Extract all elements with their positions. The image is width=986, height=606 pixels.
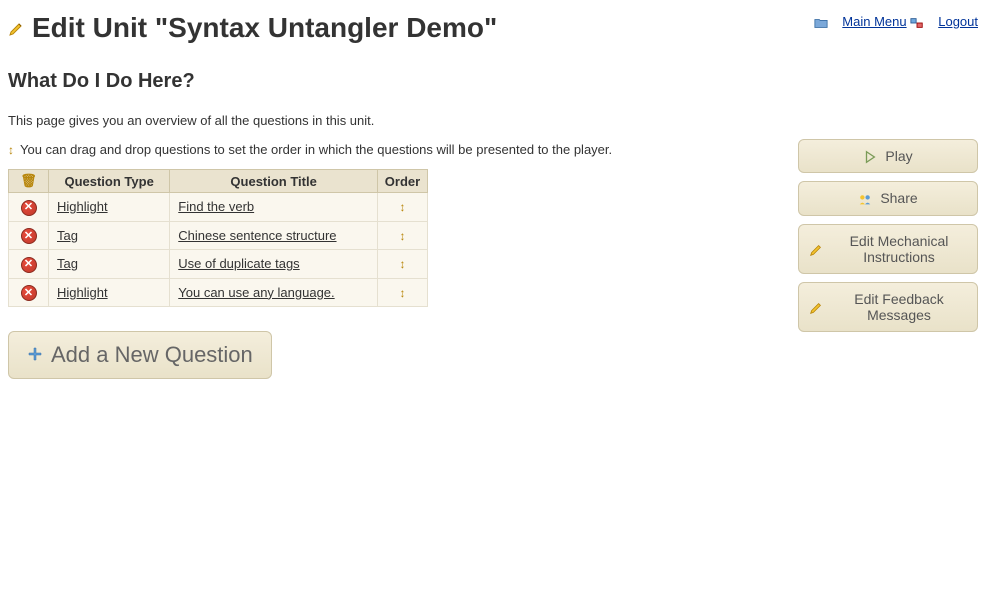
title-cell: You can use any language. [170, 278, 378, 307]
drag-handle-icon: ↕ [400, 200, 406, 214]
col-delete: 🗑 [9, 170, 49, 193]
plus-icon [27, 342, 43, 368]
title-cell: Find the verb [170, 193, 378, 222]
add-question-label: Add a New Question [51, 342, 253, 368]
play-icon [863, 148, 877, 164]
drag-handle-icon: ↕ [400, 286, 406, 300]
title-link[interactable]: You can use any language. [178, 285, 334, 300]
table-row: ✕ Tag Chinese sentence structure ↕ [9, 221, 428, 250]
drag-handle-icon: ↕ [400, 257, 406, 271]
pencil-icon [8, 12, 24, 44]
delete-cell[interactable]: ✕ [9, 193, 49, 222]
drag-info: ↕ You can drag and drop questions to set… [8, 142, 778, 157]
delete-cell[interactable]: ✕ [9, 221, 49, 250]
type-cell: Highlight [49, 193, 170, 222]
title-link[interactable]: Find the verb [178, 199, 254, 214]
pencil-icon [809, 298, 823, 314]
type-link[interactable]: Highlight [57, 199, 108, 214]
logout-link[interactable]: Logout [938, 14, 978, 29]
pencil-icon [809, 240, 823, 256]
table-row: ✕ Highlight Find the verb ↕ [9, 193, 428, 222]
delete-icon: ✕ [21, 228, 37, 244]
page-title: Edit Unit "Syntax Untangler Demo" [8, 12, 497, 44]
delete-cell[interactable]: ✕ [9, 278, 49, 307]
folder-icon [814, 14, 828, 30]
table-row: ✕ Tag Use of duplicate tags ↕ [9, 250, 428, 279]
edit-feedback-label: Edit Feedback Messages [831, 291, 967, 323]
people-icon [858, 190, 872, 206]
top-nav: Main Menu Logout [814, 8, 978, 30]
add-question-button[interactable]: Add a New Question [8, 331, 272, 379]
intro-text: This page gives you an overview of all t… [8, 113, 778, 128]
order-cell[interactable]: ↕ [378, 221, 428, 250]
type-link[interactable]: Tag [57, 256, 78, 271]
title-cell: Use of duplicate tags [170, 250, 378, 279]
page-title-text: Edit Unit "Syntax Untangler Demo" [32, 12, 497, 44]
drag-handle-icon: ↕ [400, 229, 406, 243]
order-cell[interactable]: ↕ [378, 278, 428, 307]
type-cell: Tag [49, 221, 170, 250]
type-link[interactable]: Highlight [57, 285, 108, 300]
drag-info-text: You can drag and drop questions to set t… [20, 142, 612, 157]
title-cell: Chinese sentence structure [170, 221, 378, 250]
type-link[interactable]: Tag [57, 228, 78, 243]
edit-mechanical-label: Edit Mechanical Instructions [831, 233, 967, 265]
share-button[interactable]: Share [798, 181, 978, 215]
delete-icon: ✕ [21, 285, 37, 301]
logout-icon [910, 14, 924, 30]
col-title: Question Title [170, 170, 378, 193]
order-cell[interactable]: ↕ [378, 193, 428, 222]
type-cell: Highlight [49, 278, 170, 307]
table-row: ✕ Highlight You can use any language. ↕ [9, 278, 428, 307]
main-menu-link[interactable]: Main Menu [842, 14, 906, 29]
subheading: What Do I Do Here? [8, 70, 978, 93]
order-cell[interactable]: ↕ [378, 250, 428, 279]
col-type: Question Type [49, 170, 170, 193]
edit-feedback-button[interactable]: Edit Feedback Messages [798, 282, 978, 332]
play-label: Play [885, 148, 912, 164]
title-link[interactable]: Chinese sentence structure [178, 228, 336, 243]
edit-mechanical-button[interactable]: Edit Mechanical Instructions [798, 224, 978, 274]
delete-icon: ✕ [21, 257, 37, 273]
delete-cell[interactable]: ✕ [9, 250, 49, 279]
col-order: Order [378, 170, 428, 193]
type-cell: Tag [49, 250, 170, 279]
drag-arrow-icon: ↕ [8, 143, 14, 157]
questions-table: 🗑 Question Type Question Title Order ✕ Hi… [8, 169, 428, 307]
share-label: Share [880, 190, 917, 206]
play-button[interactable]: Play [798, 139, 978, 173]
delete-icon: ✕ [21, 200, 37, 216]
trash-icon: 🗑 [20, 173, 37, 188]
title-link[interactable]: Use of duplicate tags [178, 256, 299, 271]
